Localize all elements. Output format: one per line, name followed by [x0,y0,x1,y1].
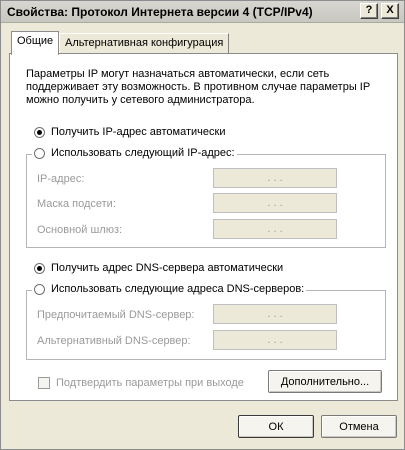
subnet-mask-label: Маска подсети: [37,198,116,210]
tab-alternate-config[interactable]: Альтернативная конфигурация [59,33,230,53]
subnet-mask-value: . . . [267,197,283,209]
window-title: Свойства: Протокол Интернета версии 4 (T… [7,5,313,19]
default-gateway-label: Основной шлюз: [37,224,123,236]
preferred-dns-input[interactable]: . . . [213,304,337,324]
help-button[interactable]: ? [360,3,378,19]
validate-option[interactable]: Подтвердить параметры при выходе [38,377,244,389]
dns-manual-label: Использовать следующие адреса DNS-сервер… [51,283,305,295]
dialog-window: Свойства: Протокол Интернета версии 4 (T… [0,0,405,450]
alternate-dns-input[interactable]: . . . [213,330,337,350]
close-button[interactable]: X [381,3,399,19]
title-bar[interactable]: Свойства: Протокол Интернета версии 4 (T… [1,1,404,23]
alternate-dns-value: . . . [267,334,283,346]
ip-auto-label: Получить IP-адрес автоматически [51,126,226,138]
dns-manual-option[interactable]: Использовать следующие адреса DNS-сервер… [32,283,307,295]
ip-address-value: . . . [267,172,283,184]
dns-manual-radio[interactable] [34,283,45,295]
advanced-button[interactable]: Дополнительно... [268,370,382,393]
tab-general[interactable]: Общие [11,31,60,55]
subnet-mask-input[interactable]: . . . [213,193,337,213]
dns-auto-label: Получить адрес DNS-сервера автоматически [51,262,284,274]
preferred-dns-label: Предпочитаемый DNS-сервер: [37,309,195,321]
tab-strip: Общие Альтернативная конфигурация [1,23,405,55]
description-text: Параметры IP могут назначаться автоматич… [26,68,370,106]
dns-auto-radio[interactable] [34,262,45,274]
ip-manual-radio[interactable] [34,147,45,159]
validate-label: Подтвердить параметры при выходе [56,377,244,389]
help-icon: ? [365,4,373,16]
ok-button[interactable]: ОК [238,415,314,438]
validate-checkbox[interactable] [38,377,50,389]
close-icon: X [386,4,394,16]
ip-manual-label: Использовать следующий IP-адрес: [51,147,235,159]
alternate-dns-label: Альтернативный DNS-сервер: [37,335,191,347]
ip-address-label: IP-адрес: [37,173,85,185]
default-gateway-input[interactable]: . . . [213,219,337,239]
ip-auto-radio[interactable] [34,126,45,138]
ip-manual-option[interactable]: Использовать следующий IP-адрес: [32,147,237,159]
dns-auto-option[interactable]: Получить адрес DNS-сервера автоматически [34,262,283,274]
ip-address-input[interactable]: . . . [213,168,337,188]
ip-auto-option[interactable]: Получить IP-адрес автоматически [34,126,225,138]
default-gateway-value: . . . [267,223,283,235]
tab-panel-general: Параметры IP могут назначаться автоматич… [9,53,398,401]
preferred-dns-value: . . . [267,308,283,320]
cancel-button[interactable]: Отмена [321,415,397,438]
